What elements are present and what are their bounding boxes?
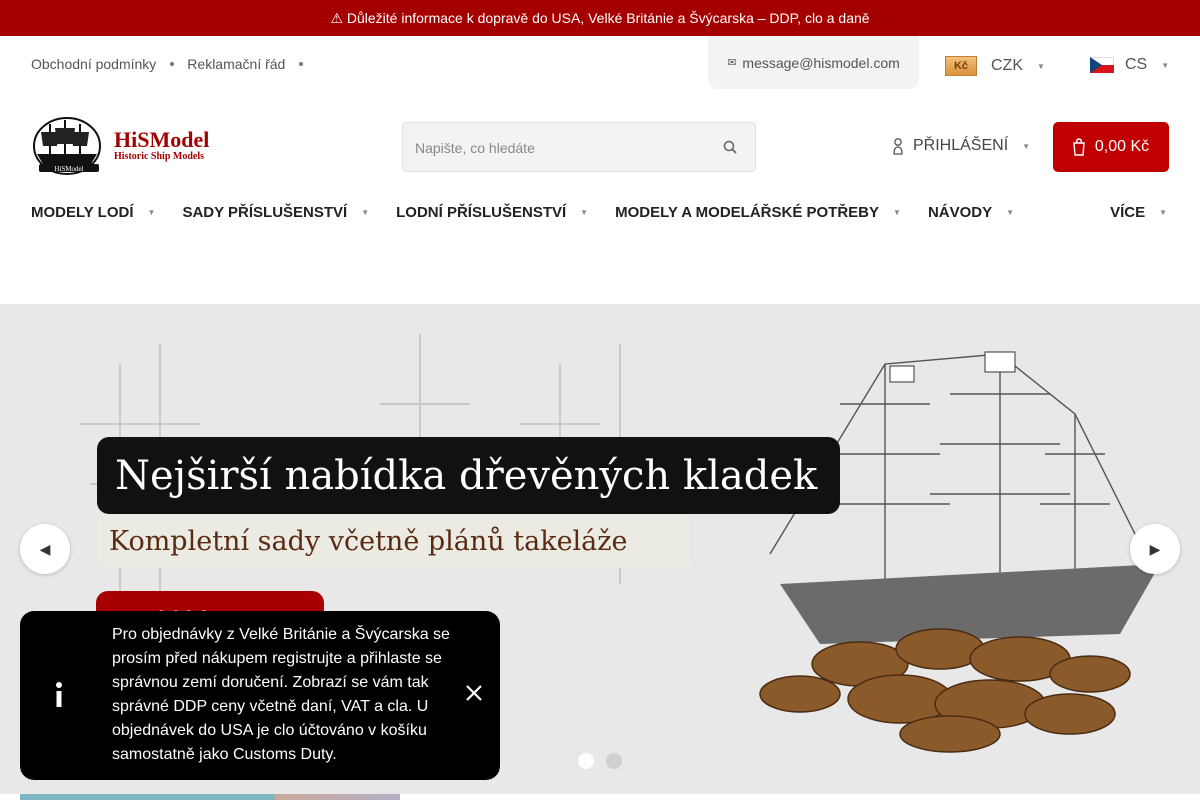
nav-item-instructions[interactable]: NÁVODY ▼ <box>928 204 1014 221</box>
complaints-link[interactable]: Reklamační řád <box>187 56 285 72</box>
currency-selector[interactable]: Kč CZK ▼ <box>945 56 1045 76</box>
shipping-notice-bar[interactable]: ⚠ Důležité informace k dopravě do USA, V… <box>0 0 1200 36</box>
login-button[interactable]: PŘIHLÁŠENÍ ▼ <box>893 136 1030 156</box>
ship-emblem-icon: HiSModel <box>33 117 101 175</box>
chevron-down-icon: ▼ <box>1006 208 1015 217</box>
chevron-down-icon: ▼ <box>361 208 370 217</box>
site-logo[interactable]: HiSModel HiSModel Historic Ship Models <box>31 116 209 176</box>
user-icon <box>893 138 903 155</box>
carousel-prev-button[interactable]: ◀ <box>20 524 70 574</box>
currency-coin-icon: Kč <box>945 56 977 76</box>
toast-message: Pro objednávky z Velké Británie a Švýcar… <box>112 626 450 763</box>
search-box <box>402 122 756 172</box>
chevron-down-icon: ▼ <box>1159 208 1167 217</box>
czech-flag-icon <box>1090 57 1114 73</box>
utility-links: Obchodní podmínky Reklamační řád <box>31 56 316 72</box>
chevron-down-icon: ▼ <box>1161 60 1170 70</box>
chevron-down-icon: ▼ <box>893 208 901 217</box>
terms-link[interactable]: Obchodní podmínky <box>31 56 156 72</box>
nav-more-label: VÍCE <box>1110 204 1146 221</box>
chevron-down-icon: ▼ <box>1022 141 1031 151</box>
search-icon[interactable] <box>723 137 737 159</box>
carousel-dots <box>578 753 634 769</box>
cart-total: 0,00 Kč <box>1094 138 1150 155</box>
chevron-down-icon: ▼ <box>1037 61 1045 71</box>
login-label: PŘIHLÁŠENÍ <box>913 137 1009 154</box>
nav-item-label: SADY PŘÍSLUŠENSTVÍ <box>182 204 348 221</box>
nav-item-label: NÁVODY <box>927 204 993 221</box>
cart-button[interactable]: 0,00 Kč <box>1053 122 1169 172</box>
chevron-left-icon: ◀ <box>39 540 51 557</box>
logo-name: HiSModel <box>114 127 210 152</box>
language-code: CS <box>1125 56 1148 73</box>
product-thumbnails-strip <box>20 794 400 800</box>
close-icon[interactable] <box>465 684 483 702</box>
info-icon <box>56 682 62 707</box>
nav-item-ship-fittings[interactable]: LODNÍ PŘÍSLUŠENSTVÍ ▼ <box>396 204 588 221</box>
search-input[interactable] <box>415 137 705 159</box>
nav-item-label: MODELY A MODELÁŘSKÉ POTŘEBY <box>615 204 880 221</box>
carousel-dot[interactable] <box>578 753 594 769</box>
chevron-down-icon: ▼ <box>580 208 589 217</box>
hero-subline: Kompletní sady včetně plánů takeláže <box>97 514 691 568</box>
main-navigation: MODELY LODÍ ▼ SADY PŘÍSLUŠENSTVÍ ▼ LODNÍ P… <box>0 196 1200 232</box>
chevron-right-icon: ▶ <box>1149 540 1161 557</box>
nav-item-label: LODNÍ PŘÍSLUŠENSTVÍ <box>396 204 567 221</box>
email-address: message@hismodel.com <box>742 54 900 71</box>
envelope-icon: ✉ <box>727 57 737 69</box>
carousel-dot[interactable] <box>606 753 622 769</box>
currency-code: CZK <box>991 57 1023 74</box>
nav-item-label: MODELY LODÍ <box>31 204 134 221</box>
nav-item-accessory-kits[interactable]: SADY PŘÍSLUŠENSTVÍ ▼ <box>182 204 369 221</box>
svg-text:HiSModel: HiSModel <box>54 165 83 173</box>
hero-headline: Nejširší nabídka dřevěných kladek <box>97 437 840 514</box>
carousel-next-button[interactable]: ▶ <box>1130 524 1180 574</box>
chevron-down-icon: ▼ <box>147 208 156 217</box>
separator-dot <box>170 62 175 66</box>
cart-icon <box>1073 138 1085 156</box>
utility-bar: Obchodní podmínky Reklamační řád ✉ messa… <box>0 36 1200 96</box>
language-selector[interactable]: CS ▼ <box>1090 56 1169 74</box>
separator-dot <box>299 62 304 66</box>
site-header: HiSModel HiSModel Historic Ship Models P… <box>0 96 1200 196</box>
nav-more[interactable]: VÍCE ▼ <box>1110 204 1167 221</box>
logo-tagline: Historic Ship Models <box>114 151 205 162</box>
email-contact[interactable]: ✉ message@hismodel.com <box>708 36 919 89</box>
nav-item-ship-models[interactable]: MODELY LODÍ ▼ <box>31 204 155 221</box>
nav-item-modelling-supplies[interactable]: MODELY A MODELÁŘSKÉ POTŘEBY ▼ <box>615 204 901 221</box>
shipping-notice-text[interactable]: ⚠ Důležité informace k dopravě do USA, V… <box>330 10 869 27</box>
shipping-toast: Pro objednávky z Velké Británie a Švýcar… <box>20 611 500 780</box>
